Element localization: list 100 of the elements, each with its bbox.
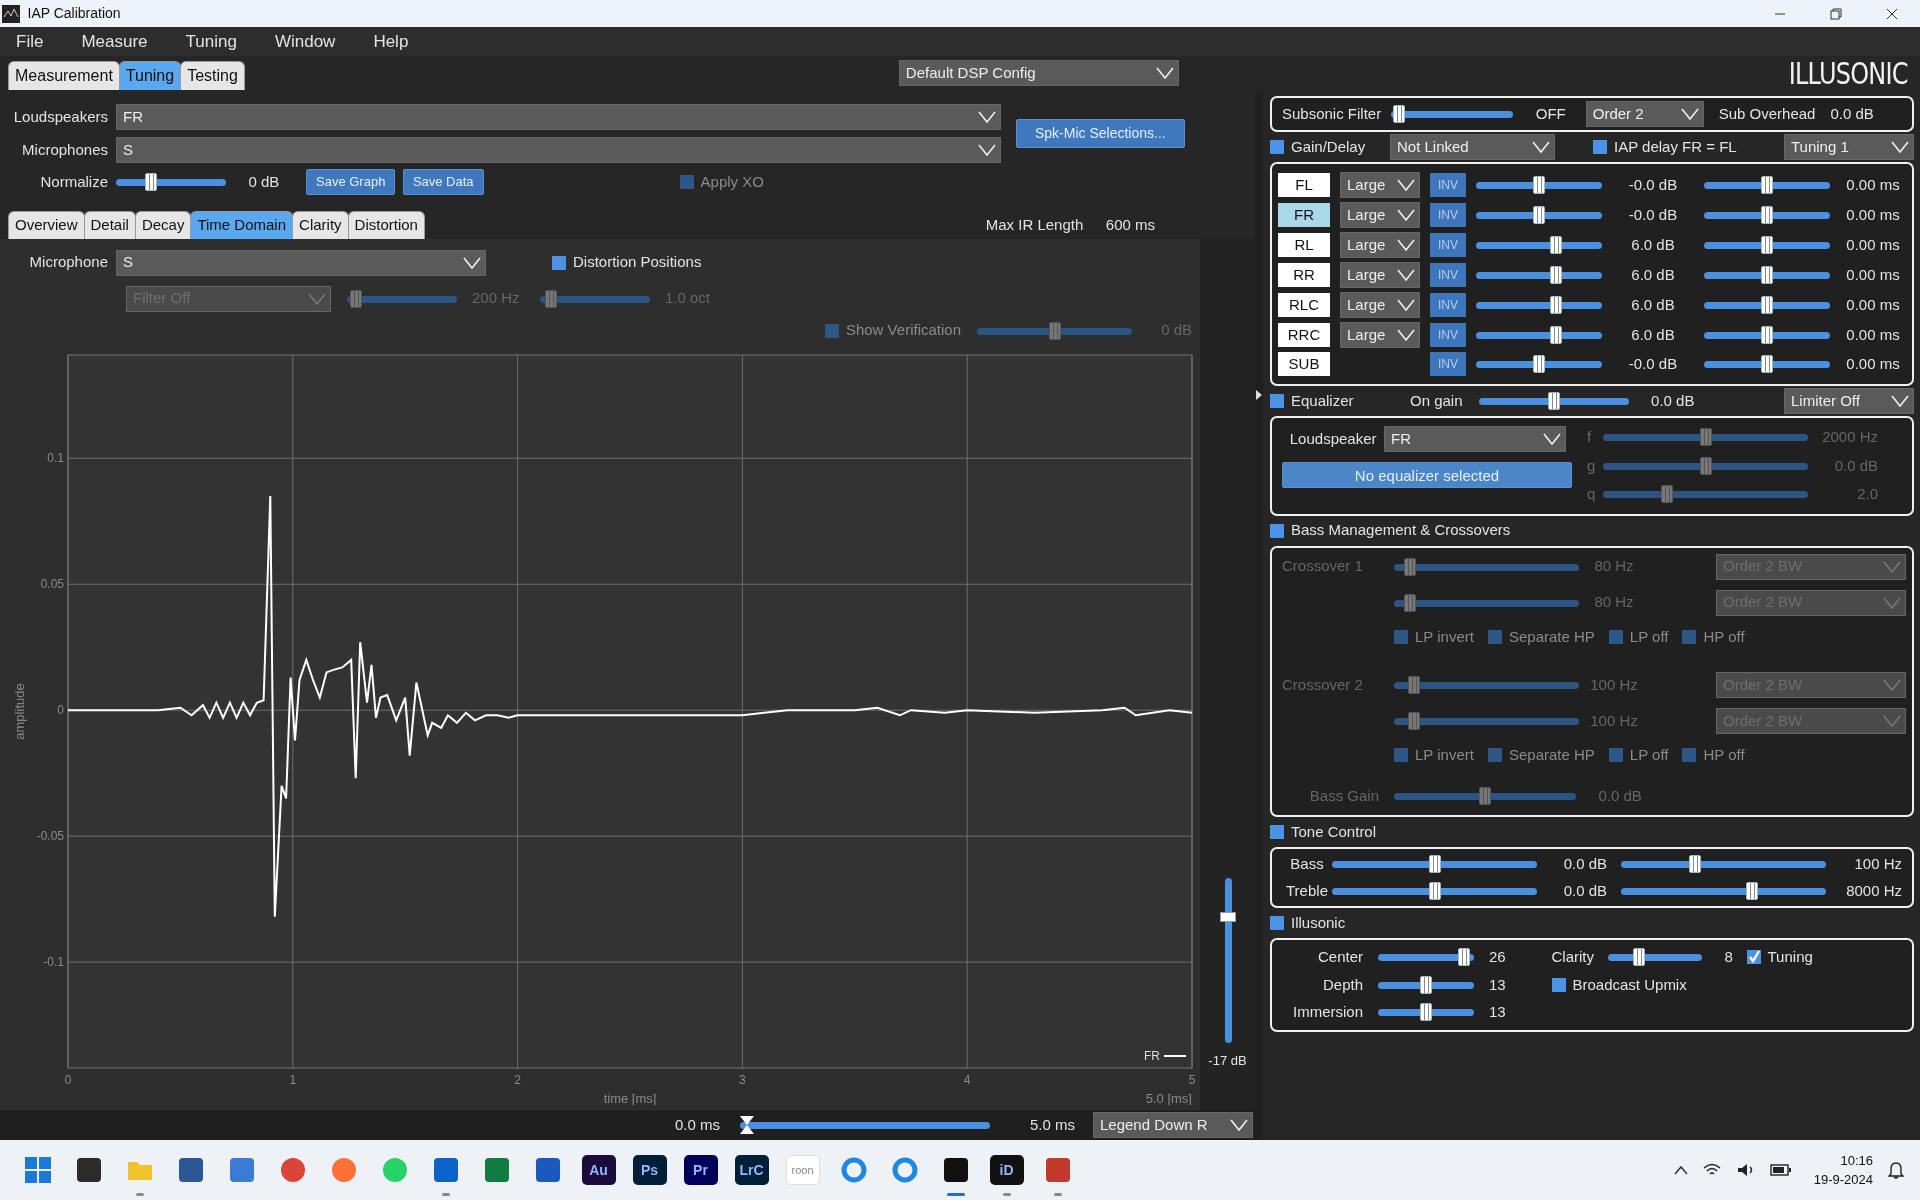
slider-thumb[interactable] [1550,326,1563,344]
tab[interactable]: Distortion [347,211,425,239]
channel-button[interactable]: RLC [1278,293,1330,317]
slider-thumb[interactable] [1420,1003,1432,1022]
slider-thumb[interactable] [1746,881,1759,900]
slider-thumb[interactable] [1761,236,1773,254]
slider-thumb[interactable] [1699,428,1712,447]
slider[interactable] [1478,392,1629,410]
checkbox[interactable] [1270,825,1284,839]
dropdown[interactable]: FR [1384,426,1566,452]
slider[interactable] [1394,786,1576,805]
slider[interactable] [1394,557,1579,576]
slider-thumb[interactable] [1533,206,1545,224]
dropdown[interactable]: Large [1340,202,1420,228]
slider-thumb[interactable] [1428,881,1441,900]
slider-thumb[interactable] [1550,266,1563,284]
tab[interactable]: Time Domain [190,211,294,239]
menu-item[interactable]: Measure [79,28,162,55]
dropdown[interactable]: Legend Down R [1093,1112,1253,1138]
slider-thumb[interactable] [1547,392,1560,410]
slider-thumb[interactable] [1219,912,1236,923]
slider-thumb[interactable] [1761,266,1773,284]
slider[interactable] [1704,266,1830,284]
slider[interactable] [977,321,1132,340]
slider[interactable] [1476,296,1602,314]
slider[interactable] [116,173,226,191]
slider-thumb[interactable] [1761,326,1773,344]
slider[interactable] [1394,593,1579,612]
channel-button[interactable]: FR [1278,203,1330,227]
taskbar-app[interactable]: Pr [675,1140,726,1200]
channel-button[interactable]: RL [1278,233,1330,257]
slider-thumb[interactable] [1393,105,1406,123]
app-button[interactable]: roon [785,1155,820,1185]
taskbar-app[interactable]: roon [777,1140,828,1200]
taskbar-app[interactable]: Au [573,1140,624,1200]
range-slider[interactable] [740,1116,990,1134]
slider-thumb[interactable] [1550,296,1563,314]
taskbar-app[interactable]: Ps [624,1140,675,1200]
dropdown[interactable]: Order 2 [1585,101,1704,127]
slider-thumb[interactable] [1761,355,1773,373]
slider[interactable] [1394,712,1579,730]
app-button[interactable]: Ps [632,1155,667,1185]
menu-item[interactable]: Help [371,28,423,55]
tab[interactable]: Measurement [8,61,120,90]
dropdown[interactable]: Not Linked [1390,134,1555,160]
slider-thumb[interactable] [1533,355,1545,373]
slider[interactable] [1621,855,1826,874]
checkbox[interactable] [552,255,566,270]
slider-thumb[interactable] [1761,176,1773,194]
slider-thumb[interactable] [1660,485,1673,504]
save-graph-button[interactable]: Save Graph [306,169,396,195]
dropdown[interactable]: Tuning 1 [1784,134,1914,160]
channel-button[interactable]: FL [1278,173,1330,197]
windows-logo-icon[interactable] [22,1155,53,1185]
slider[interactable] [1704,176,1830,194]
channel-button[interactable]: SUB [1278,352,1330,376]
slider-thumb[interactable] [1761,296,1773,314]
slider-thumb[interactable] [1420,975,1432,994]
app-button[interactable]: LrC [734,1155,769,1185]
chevron-up-icon[interactable] [1674,1165,1689,1175]
slider[interactable] [1608,948,1702,967]
no-equalizer-button[interactable]: No equalizer selected [1282,462,1572,488]
dropdown[interactable]: Default DSP Config [898,60,1179,86]
dropdown[interactable]: S [116,137,1001,163]
slider[interactable] [1704,296,1830,314]
dropdown[interactable]: Large [1340,292,1420,318]
slider[interactable] [1704,355,1830,373]
slider[interactable] [1476,266,1602,284]
save-data-button[interactable]: Save Data [402,169,484,195]
channel-button[interactable]: RR [1278,263,1330,287]
slider[interactable] [1476,176,1602,194]
slider[interactable] [1394,676,1579,694]
slider-thumb[interactable] [1457,948,1470,967]
slider[interactable] [1391,105,1514,123]
slider-thumb[interactable] [1533,176,1545,194]
slider[interactable] [1603,456,1808,475]
slider[interactable] [540,289,650,308]
menu-item[interactable]: Window [272,28,350,55]
dropdown[interactable]: Limiter Off [1784,388,1914,414]
dropdown[interactable]: Large [1340,262,1420,288]
tab[interactable]: Tuning [118,61,182,90]
slider-thumb[interactable] [1428,855,1441,874]
slider[interactable] [1332,855,1537,874]
slider[interactable] [1476,326,1602,344]
slider-thumb[interactable] [1632,948,1645,967]
tab[interactable]: Testing [180,61,245,90]
vertical-slider[interactable] [1219,878,1236,1043]
tab[interactable]: Overview [8,211,85,239]
tab[interactable]: Detail [83,211,136,239]
slider[interactable] [1603,428,1808,447]
menu-item[interactable]: Tuning [183,28,251,55]
slider[interactable] [1704,206,1830,224]
slider[interactable] [1704,326,1830,344]
slider-thumb[interactable] [1550,236,1563,254]
dropdown[interactable]: S [116,249,486,276]
dropdown[interactable]: Large [1340,322,1420,348]
slider-thumb[interactable] [145,173,158,191]
app-button[interactable]: iD [989,1155,1024,1185]
slider-thumb[interactable] [1688,855,1701,874]
tab[interactable]: Clarity [292,211,349,239]
